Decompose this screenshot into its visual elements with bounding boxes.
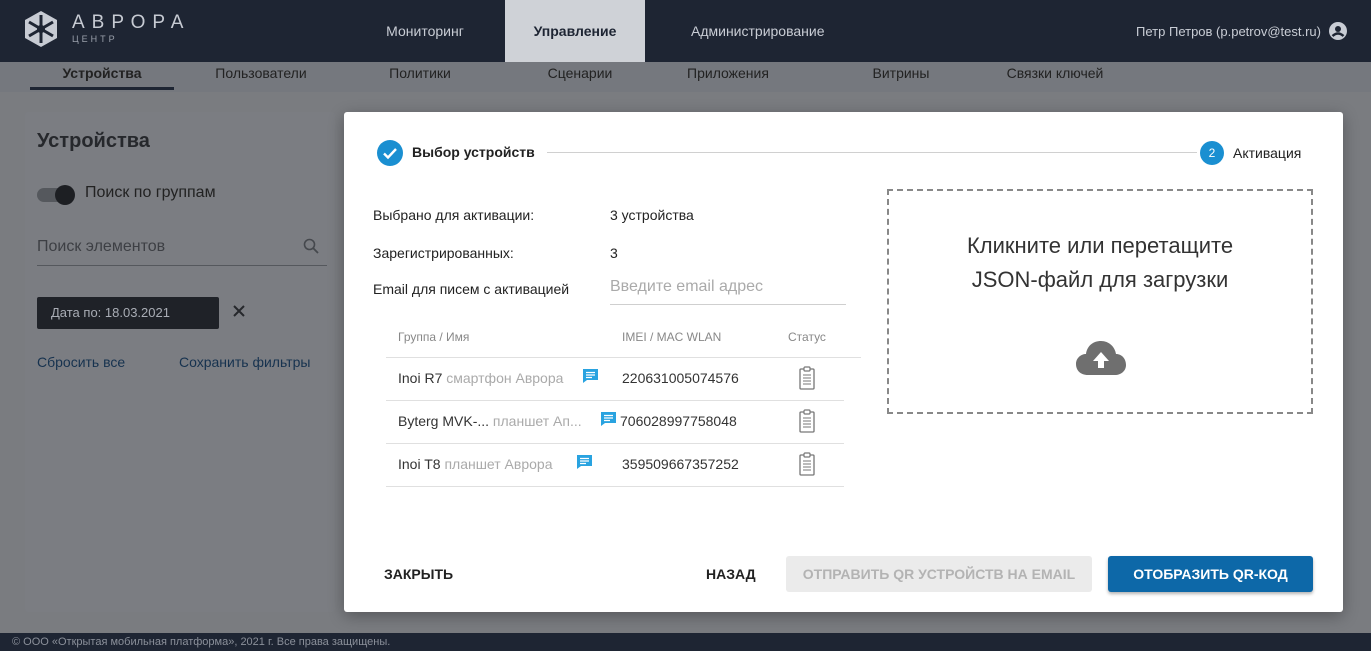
subnav-scenarios[interactable]: Сценарии	[530, 62, 630, 92]
panel-title: Устройства	[37, 130, 150, 152]
back-button[interactable]: НАЗАД	[706, 556, 756, 592]
column-header-status: Статус	[788, 330, 826, 344]
step-1-label: Выбор устройств	[412, 144, 535, 160]
search-input[interactable]: Поиск элементов	[37, 230, 327, 266]
step-2-number: 2	[1200, 141, 1224, 165]
devices-table-header: Группа / Имя IMEI / MAC WLAN Статус	[386, 326, 861, 358]
imei-cell: 359509667357252	[622, 456, 739, 472]
send-qr-email-button[interactable]: ОТПРАВИТЬ QR УСТРОЙСТВ НА EMAIL	[786, 556, 1092, 592]
selected-value: 3 устройства	[610, 207, 694, 223]
close-button[interactable]: ЗАКРЫТЬ	[384, 556, 453, 592]
subnav-users[interactable]: Пользователи	[196, 62, 326, 92]
message-icon[interactable]	[576, 454, 593, 470]
cloud-upload-icon	[1076, 341, 1126, 375]
clipboard-status-icon[interactable]	[799, 452, 815, 476]
account-icon	[1329, 22, 1347, 40]
message-icon[interactable]	[582, 368, 599, 384]
message-icon[interactable]	[600, 411, 617, 427]
column-header-imei: IMEI / MAC WLAN	[622, 330, 722, 344]
subnav-devices-label: Устройства	[62, 65, 142, 81]
user-name: Петр Петров (p.petrov@test.ru)	[1136, 23, 1321, 39]
table-row: Inoi R7 смартфон Аврора 220631005074576	[386, 358, 844, 401]
dropzone-line-1: Кликните или перетащите	[966, 233, 1234, 258]
logo-icon	[25, 11, 57, 47]
dropzone-line-2: JSON-файл для загрузки	[971, 267, 1229, 292]
device-name-cell: Inoi R7 смартфон Аврора	[398, 370, 563, 386]
subnav-applications[interactable]: Приложения	[668, 62, 788, 92]
email-label: Email для писем с активацией	[373, 281, 570, 297]
toggle-knob	[55, 185, 75, 205]
search-icon[interactable]	[303, 238, 319, 254]
subnav-policies[interactable]: Политики	[370, 62, 470, 92]
close-icon[interactable]	[230, 302, 248, 320]
save-filters-link[interactable]: Сохранить фильтры	[179, 354, 310, 370]
json-upload-dropzone[interactable]: Кликните или перетащите JSON-файл для за…	[887, 189, 1313, 414]
device-name-cell: Inoi T8 планшет Аврора	[398, 456, 552, 472]
date-filter-chip[interactable]: Дата по: 18.03.2021	[37, 297, 219, 329]
group-search-toggle[interactable]	[37, 185, 75, 205]
toggle-label: Поиск по группам	[85, 184, 216, 201]
logo-subtitle: ЦЕНТР	[72, 34, 118, 44]
selected-label: Выбрано для активации:	[373, 207, 535, 223]
devices-filter-panel: Устройства Поиск по группам Поиск элемен…	[25, 112, 335, 612]
device-name: Inoi T8	[398, 456, 441, 472]
registered-value: 3	[610, 245, 618, 261]
table-row: Inoi T8 планшет Аврора 359509667357252	[386, 444, 844, 487]
imei-cell: 220631005074576	[622, 370, 739, 386]
clipboard-status-icon[interactable]	[799, 366, 815, 390]
show-qr-code-button[interactable]: ОТОБРАЗИТЬ QR-КОД	[1108, 556, 1313, 592]
subnav-devices[interactable]: Устройства	[30, 62, 174, 92]
tab-management[interactable]: Управление	[505, 0, 645, 62]
imei-cell: 706028997758048	[620, 413, 737, 429]
activation-dialog: Выбор устройств 2 Активация Выбрано для …	[344, 112, 1343, 612]
user-menu[interactable]: Петр Петров (p.petrov@test.ru)	[1136, 22, 1347, 40]
main-nav: Мониторинг Управление Администрирование	[345, 0, 825, 62]
device-name: Byterg MVK-...	[398, 413, 490, 429]
dropzone-text: Кликните или перетащите JSON-файл для за…	[889, 229, 1311, 297]
footer: © ООО «Открытая мобильная платформа», 20…	[0, 633, 1371, 651]
sub-nav: Устройства Пользователи Политики Сценари…	[0, 62, 1371, 92]
device-name: Inoi R7	[398, 370, 443, 386]
clipboard-status-icon[interactable]	[799, 409, 815, 433]
step-2-label: Активация	[1233, 145, 1302, 161]
reset-all-link[interactable]: Сбросить все	[37, 354, 125, 370]
check-circle-icon	[377, 140, 403, 166]
tab-monitoring[interactable]: Мониторинг	[345, 0, 505, 62]
top-bar: АВРОРА ЦЕНТР Мониторинг Управление Админ…	[0, 0, 1371, 62]
table-row: Byterg MVK-... планшет Ап... 70602899775…	[386, 401, 844, 444]
device-model: планшет Ап...	[492, 413, 582, 429]
email-placeholder: Введите email адрес	[610, 278, 764, 295]
active-tab-indicator	[30, 87, 174, 90]
tab-administration[interactable]: Администрирование	[645, 0, 825, 62]
subnav-keychains[interactable]: Связки ключей	[990, 62, 1120, 92]
device-model: планшет Аврора	[444, 456, 553, 472]
stepper-connector	[547, 152, 1197, 153]
registered-label: Зарегистрированных:	[373, 245, 514, 261]
logo[interactable]: АВРОРА ЦЕНТР	[22, 10, 190, 48]
logo-title: АВРОРА	[72, 12, 191, 33]
device-model: смартфон Аврора	[446, 370, 564, 386]
search-placeholder: Поиск элементов	[37, 238, 166, 255]
email-field[interactable]: Введите email адрес	[610, 275, 846, 305]
column-header-group-name: Группа / Имя	[398, 330, 470, 344]
subnav-storefronts[interactable]: Витрины	[856, 62, 946, 92]
device-name-cell: Byterg MVK-... планшет Ап...	[398, 413, 582, 429]
